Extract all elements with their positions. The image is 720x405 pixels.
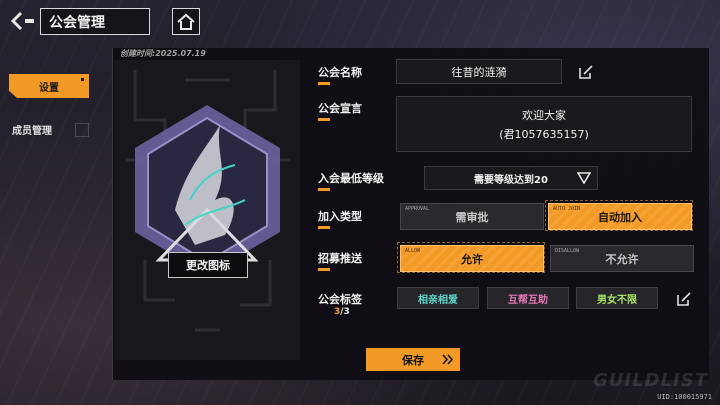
tag-count-total: /3 xyxy=(340,307,350,317)
chevron-right-icon xyxy=(442,354,454,365)
guild-name-value: 往昔的涟漪 xyxy=(451,65,507,79)
label-underline xyxy=(318,268,362,271)
label-underline xyxy=(318,82,362,85)
min-level-label-text: 入会最低等级 xyxy=(318,172,384,185)
edit-name-icon[interactable] xyxy=(578,64,594,80)
top-bar: 公会管理 xyxy=(0,0,720,42)
guild-tag-chip[interactable]: 相亲相爱 xyxy=(397,287,479,309)
active-indicator xyxy=(81,78,84,81)
announcement-line1: 欢迎大家 xyxy=(522,108,566,122)
option-tag: DISALLOW xyxy=(555,248,580,254)
option-tag: ALLOW xyxy=(405,248,421,254)
guild-tags-label-text: 公会标签 xyxy=(318,293,362,306)
sidebar-item-settings[interactable]: 设置 xyxy=(9,74,89,98)
label-underline xyxy=(318,226,362,229)
option-label: 允许 xyxy=(461,252,483,266)
option-tag: APPROVAL xyxy=(405,206,430,212)
sidebar-item-members[interactable]: 成员管理 xyxy=(9,117,89,141)
recruit-allow-option[interactable]: ALLOW 允许 xyxy=(397,242,545,273)
option-label: 需审批 xyxy=(455,210,489,224)
join-type-approval-option[interactable]: APPROVAL 需审批 xyxy=(400,203,544,230)
created-date: 创建时间:2025.07.19 xyxy=(120,49,206,58)
page-title: 公会管理 xyxy=(40,8,150,35)
option-tag: AUTO JOIN xyxy=(553,206,581,212)
guild-name-label: 公会名称 xyxy=(318,64,362,85)
save-label: 保存 xyxy=(402,353,424,367)
sidebar-item-label: 设置 xyxy=(39,82,59,94)
guild-name-label-text: 公会名称 xyxy=(318,66,362,79)
dropdown-triangle-icon xyxy=(577,172,591,184)
guild-name-field[interactable]: 往昔的涟漪 xyxy=(396,59,562,84)
recruit-push-label-text: 招募推送 xyxy=(318,252,362,265)
recruit-push-label: 招募推送 xyxy=(318,250,362,271)
recruit-disallow-option[interactable]: DISALLOW 不允许 xyxy=(550,245,694,272)
home-button[interactable] xyxy=(172,8,200,35)
tag-label: 相亲相爱 xyxy=(418,294,458,306)
home-icon xyxy=(177,13,195,30)
join-type-label: 加入类型 xyxy=(318,208,362,229)
min-level-label: 入会最低等级 xyxy=(318,170,384,191)
min-level-dropdown[interactable]: 需要等级达到20 xyxy=(424,166,598,190)
sidebar-item-label: 成员管理 xyxy=(12,125,52,137)
back-arrow-icon xyxy=(10,11,34,31)
label-underline xyxy=(318,118,362,121)
guild-tag-chip[interactable]: 互帮互助 xyxy=(487,287,569,309)
change-icon-label: 更改图标 xyxy=(186,259,230,272)
page-title-text: 公会管理 xyxy=(49,14,105,31)
join-type-auto-option[interactable]: AUTO JOIN 自动加入 xyxy=(545,200,693,231)
announcement-label-text: 公会宣言 xyxy=(318,102,362,115)
announcement-field[interactable]: 欢迎大家 (君1057635157) xyxy=(396,96,692,152)
label-underline xyxy=(318,188,384,191)
join-type-label-text: 加入类型 xyxy=(318,210,362,223)
announcement-line2: (君1057635157) xyxy=(499,127,589,141)
tag-label: 男女不限 xyxy=(597,294,637,306)
guildlist-watermark: GUILDLIST xyxy=(593,370,708,391)
emblem-area xyxy=(115,60,300,360)
user-uid: UID:100015971 xyxy=(657,393,712,401)
tag-label: 互帮互助 xyxy=(508,294,548,306)
option-label: 自动加入 xyxy=(598,210,642,224)
back-button[interactable] xyxy=(8,9,38,33)
tag-count: 3/3 xyxy=(334,307,350,317)
guild-tag-chip[interactable]: 男女不限 xyxy=(576,287,658,309)
min-level-value: 需要等级达到20 xyxy=(474,174,548,186)
announcement-label: 公会宣言 xyxy=(318,100,362,121)
circuit-decoration xyxy=(125,70,290,332)
edit-tags-icon[interactable] xyxy=(676,291,692,307)
change-icon-button[interactable]: 更改图标 xyxy=(168,252,248,278)
save-button[interactable]: 保存 xyxy=(366,348,460,371)
option-label: 不允许 xyxy=(605,252,639,266)
guild-tags-label: 公会标签 xyxy=(318,291,362,307)
